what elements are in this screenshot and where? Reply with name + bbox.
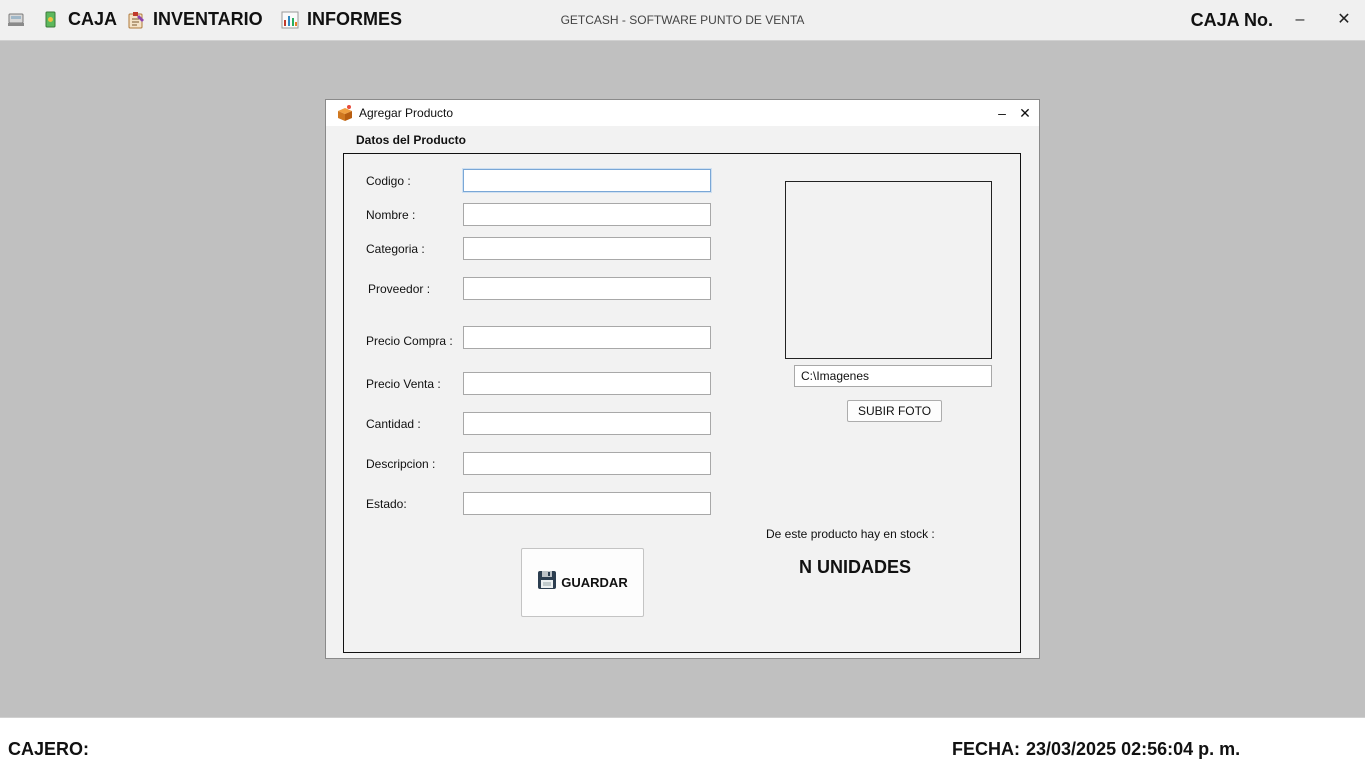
menu-caja[interactable]: CAJA [42, 9, 117, 30]
codigo-field[interactable] [463, 169, 711, 192]
product-data-panel: Codigo : Nombre : Categoria : Proveedor … [343, 153, 1021, 653]
top-menu-bar: CAJA INVENTARIO INFORMES GETCASH - SOFTW… [0, 0, 1365, 41]
proveedor-field[interactable] [463, 277, 711, 300]
estado-field[interactable] [463, 492, 711, 515]
dialog-title: Agregar Producto [359, 106, 454, 120]
proveedor-label: Proveedor : [368, 282, 431, 296]
upload-photo-button[interactable]: SUBIR FOTO [847, 400, 942, 422]
dialog-titlebar[interactable]: Agregar Producto – ✕ [326, 100, 1039, 126]
product-box-icon [336, 104, 354, 122]
dialog-minimize-button[interactable]: – [992, 103, 1012, 123]
cash-icon [42, 11, 60, 29]
stock-label: De este producto hay en stock : [766, 527, 935, 541]
close-button[interactable]: ✕ [1331, 8, 1357, 32]
fecha-display: FECHA: 23/03/2025 02:56:04 p. m. [952, 739, 1240, 760]
categoria-label: Categoria : [366, 242, 425, 256]
menu-inventario-label: INVENTARIO [153, 9, 263, 29]
menu-inventario[interactable]: INVENTARIO [127, 9, 263, 30]
precio-compra-field[interactable] [463, 326, 711, 349]
nombre-label: Nombre : [366, 208, 416, 222]
precio-venta-label: Precio Venta : [366, 377, 441, 391]
descripcion-field[interactable] [463, 452, 711, 475]
fecha-label: FECHA: [952, 739, 1020, 759]
image-path-field[interactable] [794, 365, 992, 387]
section-title: Datos del Producto [356, 133, 467, 147]
menu-caja-label: CAJA [68, 9, 118, 29]
cantidad-label: Cantidad : [366, 417, 421, 431]
floppy-disk-icon [537, 570, 557, 595]
cajero-label: CAJERO: [8, 739, 90, 759]
fecha-value: 23/03/2025 02:56:04 p. m. [1026, 739, 1241, 759]
minimize-button[interactable]: – [1287, 8, 1313, 32]
caja-number-label: CAJA No. [1190, 10, 1273, 30]
product-photo-preview [785, 181, 992, 359]
clipboard-icon [127, 11, 145, 29]
precio-compra-label: Precio Compra : [366, 334, 453, 348]
categoria-field[interactable] [463, 237, 711, 260]
save-button[interactable]: GUARDAR [521, 548, 644, 617]
stock-value: N UNIDADES [799, 557, 912, 577]
save-button-label: GUARDAR [561, 575, 628, 590]
status-bar: CAJERO: FECHA: 23/03/2025 02:56:04 p. m. [0, 717, 1365, 767]
dialog-close-button[interactable]: ✕ [1015, 103, 1035, 123]
cantidad-field[interactable] [463, 412, 711, 435]
bar-chart-icon [281, 11, 299, 29]
nombre-field[interactable] [463, 203, 711, 226]
menu-informes[interactable]: INFORMES [281, 9, 402, 30]
precio-venta-field[interactable] [463, 372, 711, 395]
estado-label: Estado: [366, 497, 407, 511]
register-icon [8, 12, 24, 26]
add-product-dialog: Agregar Producto – ✕ Datos del Producto … [325, 99, 1040, 659]
menu-informes-label: INFORMES [307, 9, 403, 29]
codigo-label: Codigo : [366, 174, 411, 188]
descripcion-label: Descripcion : [366, 457, 436, 471]
